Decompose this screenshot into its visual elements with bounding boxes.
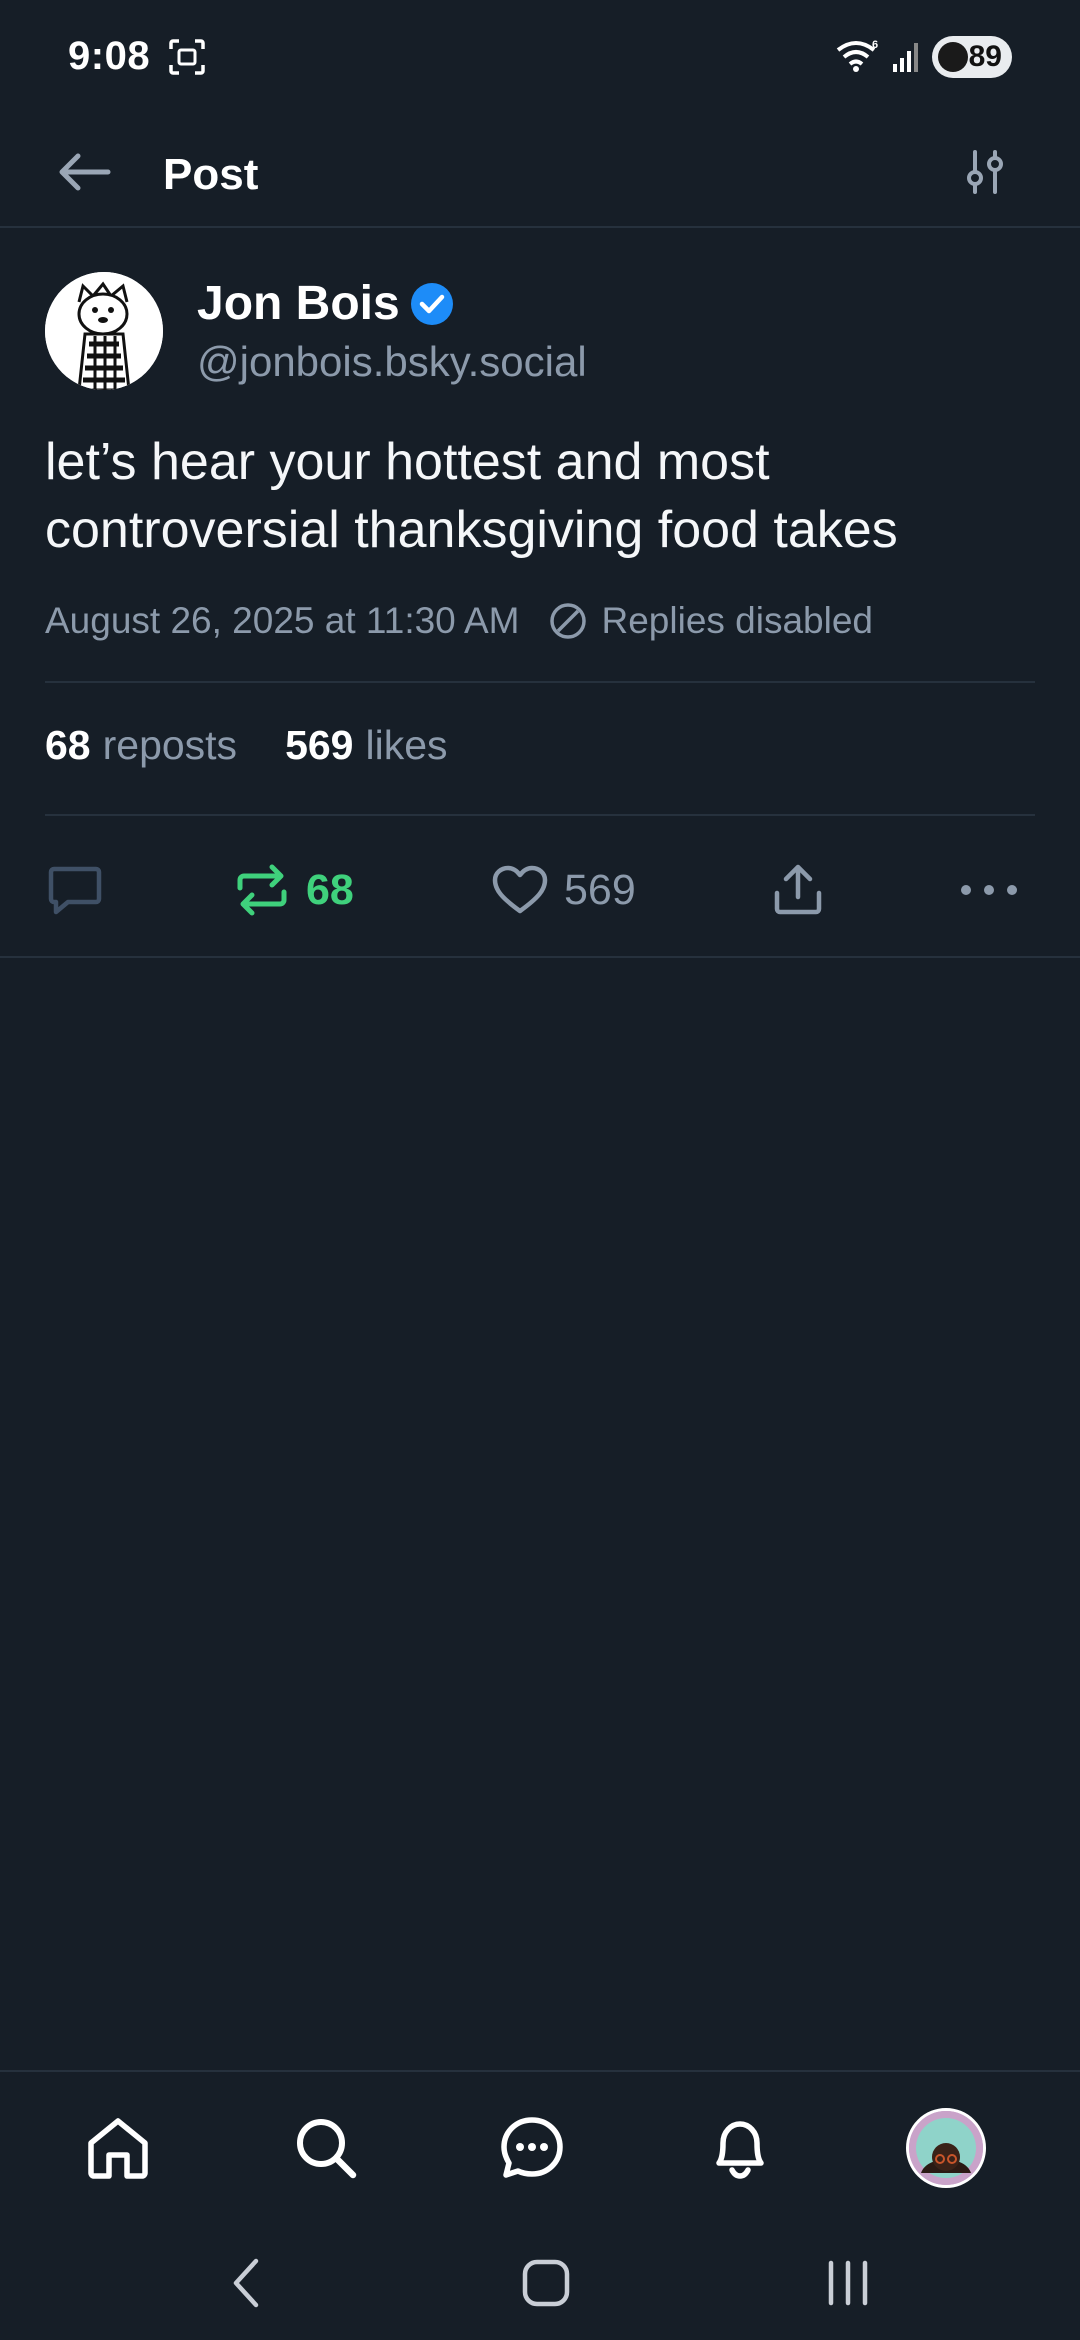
status-time: 9:08	[68, 34, 151, 78]
author-avatar[interactable]	[45, 272, 163, 390]
system-back-button[interactable]	[206, 2248, 286, 2318]
system-recents-button[interactable]	[808, 2248, 888, 2318]
likes-stat[interactable]: 569 likes	[285, 722, 447, 769]
battery-indicator: 89	[932, 36, 1012, 78]
likes-count: 569	[285, 722, 354, 768]
bell-icon	[716, 2121, 764, 2179]
battery-level: 89	[968, 40, 1002, 73]
system-nav	[0, 2228, 1080, 2340]
reposts-stat[interactable]: 68 reposts	[45, 722, 237, 769]
heart-icon	[492, 865, 548, 914]
nav-search[interactable]	[286, 2108, 366, 2188]
share-upload-icon	[774, 864, 822, 915]
signal-icon	[893, 43, 918, 72]
speech-bubble-icon	[48, 866, 102, 915]
home-square-icon	[522, 2259, 570, 2307]
screen: 9:08 6 89 Post Jon Bois @jonbois.bsky.so…	[0, 0, 1080, 2340]
replies-status: Replies disabled	[601, 600, 874, 641]
svg-text:6: 6	[872, 39, 878, 51]
home-icon	[88, 2118, 148, 2179]
like-button[interactable]: 569	[492, 850, 636, 930]
post-text: let’s hear your hottest and most controv…	[45, 433, 898, 559]
repost-arrows-icon	[237, 864, 287, 916]
author-handle[interactable]: @jonbois.bsky.social	[197, 338, 587, 386]
post-timestamp: August 26, 2025 at 11:30 AM	[45, 600, 520, 641]
author-name[interactable]: Jon Bois	[197, 276, 454, 331]
chat-icon	[501, 2117, 563, 2178]
divider	[45, 681, 1035, 683]
avatar-image	[45, 272, 163, 390]
divider	[45, 814, 1035, 816]
chevron-left-icon	[233, 2258, 259, 2308]
bottom-nav	[0, 2070, 1080, 2228]
recents-icon	[828, 2260, 868, 2306]
post-actions: 68 569	[0, 850, 1080, 930]
arrow-left-icon	[59, 153, 111, 191]
header: Post	[0, 120, 1080, 228]
repost-button[interactable]: 68	[234, 850, 354, 930]
more-options-button[interactable]	[958, 850, 1020, 930]
repost-count: 68	[306, 865, 354, 914]
page-title: Post	[163, 150, 259, 199]
back-button[interactable]	[46, 134, 122, 210]
profile-avatar	[909, 2111, 983, 2185]
likes-label: likes	[365, 722, 448, 768]
screenshot-icon	[169, 39, 205, 75]
system-home-button[interactable]	[506, 2248, 586, 2318]
verified-check-icon	[410, 282, 453, 325]
nav-notifications[interactable]	[700, 2108, 780, 2188]
nav-chat[interactable]	[492, 2108, 572, 2188]
post-meta: August 26, 2025 at 11:30 AM Replies disa…	[45, 600, 873, 642]
share-button[interactable]	[772, 850, 824, 930]
reply-button[interactable]	[46, 850, 104, 930]
like-count: 569	[564, 865, 636, 914]
wifi-icon: 6	[836, 39, 878, 72]
battery-saver-icon	[938, 42, 968, 72]
nav-home[interactable]	[78, 2108, 158, 2188]
nav-profile[interactable]	[906, 2108, 986, 2188]
circle-slash-icon	[549, 603, 586, 639]
thread-settings-button[interactable]	[950, 134, 1020, 210]
reposts-count: 68	[45, 722, 91, 768]
post: Jon Bois @jonbois.bsky.social let’s hear…	[0, 230, 1080, 958]
post-stats: 68 reposts 569 likes	[45, 722, 448, 769]
reposts-label: reposts	[102, 722, 238, 768]
author-name-text: Jon Bois	[197, 277, 400, 330]
status-bar: 9:08 6 89	[0, 0, 1080, 120]
sliders-icon	[967, 150, 1003, 194]
more-horizontal-icon	[961, 885, 1017, 895]
search-icon	[297, 2119, 357, 2179]
